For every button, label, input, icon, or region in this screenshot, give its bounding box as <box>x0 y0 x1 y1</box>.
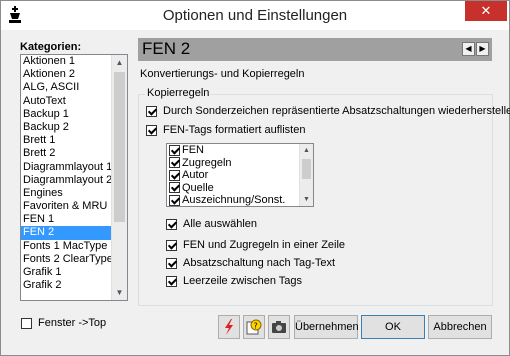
ok-button[interactable]: OK <box>361 315 425 339</box>
categories-label: Kategorien: <box>20 41 82 53</box>
option-checkbox[interactable] <box>146 124 157 136</box>
list-item[interactable]: Aktionen 2 <box>21 68 112 81</box>
fenster-top-label: Fenster ->Top <box>38 317 107 330</box>
tag-checkbox[interactable] <box>169 157 180 169</box>
list-item[interactable]: FEN 2 <box>21 226 112 240</box>
tag-list-item[interactable]: Autor <box>167 169 313 182</box>
window-title: Optionen und Einstellungen <box>162 7 348 24</box>
tag-list-item[interactable]: Quelle <box>167 182 313 195</box>
tag-list-item[interactable]: Auszeichnung/Sonst. <box>167 194 313 207</box>
list-item[interactable]: Backup 1 <box>21 108 112 121</box>
tag-checkbox[interactable] <box>169 169 180 181</box>
help-icon: ? <box>246 319 262 335</box>
title-bar[interactable]: Optionen und Einstellungen ✕ <box>1 1 509 30</box>
tag-label: Auszeichnung/Sonst. <box>182 194 286 207</box>
categories-scrollbar[interactable]: ▲ ▼ <box>111 55 127 300</box>
list-item[interactable]: Grafik 1 <box>21 266 112 279</box>
prev-page-icon[interactable]: ◀ <box>462 42 475 56</box>
page-title: FEN 2 <box>142 39 191 58</box>
list-item[interactable]: AutoText <box>21 95 112 108</box>
flash-button[interactable] <box>218 315 240 339</box>
options-dialog: Optionen und Einstellungen ✕ Kategorien:… <box>0 0 510 356</box>
tag-label: FEN <box>182 144 204 157</box>
screenshot-button[interactable] <box>268 315 290 339</box>
categories-list[interactable]: Aktionen 1 Aktionen 2 ALG, ASCII AutoText Ba… <box>20 54 128 301</box>
scroll-up-icon[interactable]: ▲ <box>112 55 127 70</box>
list-item[interactable]: Engines <box>21 187 112 200</box>
list-item[interactable]: Backup 2 <box>21 121 112 134</box>
option-checkbox[interactable] <box>166 239 177 251</box>
option-fen-one-line[interactable]: FEN und Zugregeln in einer Zeile <box>166 239 345 251</box>
option-fen-tags-formatted[interactable]: FEN-Tags formatiert auflisten <box>146 124 305 136</box>
scrollbar-thumb[interactable] <box>114 72 125 222</box>
list-item[interactable]: Aktionen 1 <box>21 55 112 68</box>
list-item[interactable]: Favoriten & MRU <box>21 200 112 213</box>
list-item[interactable]: Grafik 2 <box>21 279 112 292</box>
list-item[interactable]: Fonts 2 ClearType <box>21 253 112 266</box>
option-paragraph-after-tag[interactable]: Absatzschaltung nach Tag-Text <box>166 257 335 269</box>
option-checkbox[interactable] <box>166 275 177 287</box>
tag-label: Zugregeln <box>182 156 232 169</box>
tags-scrollbar[interactable]: ▲ ▼ <box>299 144 313 206</box>
tag-list-item[interactable]: FEN <box>167 144 313 157</box>
tag-label: Autor <box>182 169 209 182</box>
list-item[interactable]: Brett 1 <box>21 134 112 147</box>
close-icon: ✕ <box>480 3 492 18</box>
list-item[interactable]: FEN 1 <box>21 213 112 226</box>
tag-list-item[interactable]: Zugregeln <box>167 157 313 170</box>
tag-label: Quelle <box>182 181 214 194</box>
help-button[interactable]: ? <box>243 315 265 339</box>
tag-checkbox[interactable] <box>169 194 180 206</box>
cancel-button[interactable]: Abbrechen <box>428 315 492 339</box>
list-item[interactable]: Fonts 1 MacType <box>21 240 112 253</box>
fenster-top-check[interactable] <box>21 317 32 329</box>
option-blank-line-between-tags[interactable]: Leerzeile zwischen Tags <box>166 275 302 287</box>
scroll-down-icon[interactable]: ▼ <box>300 193 313 206</box>
svg-text:?: ? <box>254 322 258 331</box>
scroll-up-icon[interactable]: ▲ <box>300 144 313 157</box>
scrollbar-thumb[interactable] <box>302 159 311 179</box>
tag-checkbox[interactable] <box>169 182 180 194</box>
scroll-down-icon[interactable]: ▼ <box>112 285 127 300</box>
apply-button[interactable]: Übernehmen <box>294 315 359 339</box>
panel-subtitle: Konvertierungs- und Kopierregeln <box>140 68 305 80</box>
camera-icon <box>272 321 286 333</box>
option-checkbox[interactable] <box>146 105 157 117</box>
fenster-top-checkbox[interactable]: Fenster ->Top <box>21 317 106 329</box>
option-checkbox[interactable] <box>166 218 177 230</box>
option-restore-paragraphs[interactable]: Durch Sonderzeichen repräsentierte Absat… <box>146 105 510 117</box>
fen-tags-list[interactable]: FEN Zugregeln Autor Quelle Auszeichnung/Sons… <box>166 143 314 207</box>
option-select-all[interactable]: Alle auswählen <box>166 218 257 230</box>
group-label: Kopierregeln <box>145 87 212 99</box>
next-page-icon[interactable]: ▶ <box>476 42 489 56</box>
tag-checkbox[interactable] <box>169 144 180 156</box>
option-checkbox[interactable] <box>166 257 177 269</box>
list-item[interactable]: Brett 2 <box>21 147 112 160</box>
list-item[interactable]: ALG, ASCII <box>21 81 112 94</box>
panel-header: FEN 2 ◀ ▶ <box>138 38 492 61</box>
list-item[interactable]: Diagrammlayout 1 <box>21 161 112 174</box>
list-item[interactable]: Diagrammlayout 2 <box>21 174 112 187</box>
flash-icon <box>225 319 233 335</box>
close-button[interactable]: ✕ <box>465 1 507 21</box>
